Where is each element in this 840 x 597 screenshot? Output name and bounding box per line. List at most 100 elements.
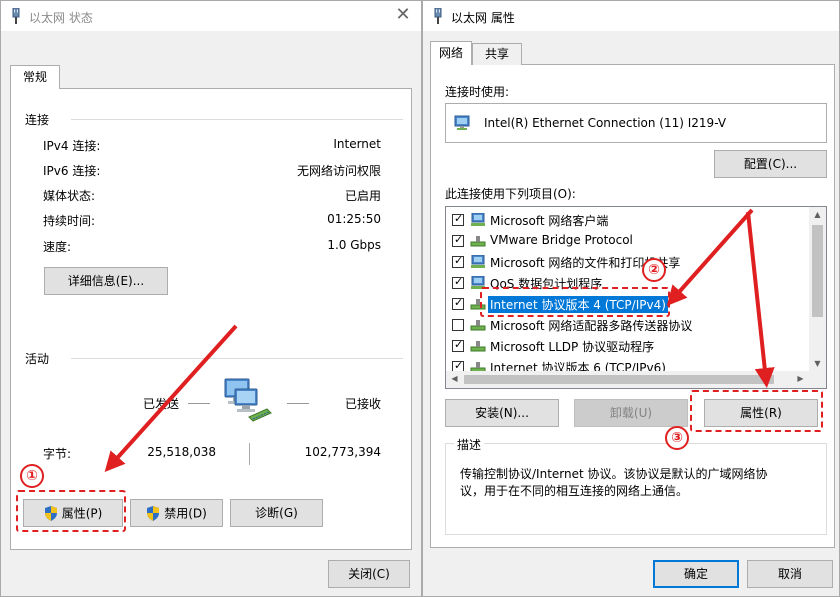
close-icon: ✕ [395,4,411,25]
bytes-separator [249,443,250,465]
configure-button[interactable]: 配置(C)... [714,150,827,178]
ipv6-value: 无网络访问权限 [296,164,381,178]
list-item[interactable]: QoS 数据包计划程序 [452,273,797,294]
install-button[interactable]: 安装(N)... [445,399,559,427]
media-state-label: 媒体状态: [43,189,96,203]
disable-button-label: 禁用(D) [164,506,207,521]
activity-section-title: 活动 [25,352,50,366]
network-computers-icon [224,378,272,422]
item-properties-button[interactable]: 属性(R) [704,399,818,427]
ethernet-plug-icon [12,8,20,24]
ipv4-value: Internet [333,137,381,151]
item-label: Microsoft 网络客户端 [490,214,609,228]
bytes-sent-value: 25,518,038 [147,445,216,459]
item-checkbox[interactable] [452,254,464,268]
connect-using-label: 连接时使用: [445,85,510,99]
tab-sharing-label: 共享 [484,47,509,61]
hscrollbar-thumb[interactable] [464,375,774,384]
list-item-ipv4[interactable]: Internet 协议版本 4 (TCP/IPv4) [452,294,797,315]
scroll-up-icon[interactable]: ▲ [809,210,826,219]
status-properties-button[interactable]: 属性(P) [23,499,123,527]
tab-networking[interactable]: 网络 [430,41,472,65]
network-protocol-icon [470,236,486,247]
sent-label: 已发送 [142,397,179,411]
item-checkbox[interactable] [452,275,464,289]
item-checkbox[interactable] [452,233,464,247]
received-line [287,403,309,404]
activity-divider [71,358,403,359]
step-2-marker: ② [642,258,666,282]
item-checkbox[interactable] [452,296,464,310]
media-state-value: 已启用 [344,189,381,203]
scroll-right-icon[interactable]: ▶ [792,374,809,383]
status-panel: 连接 IPv4 连接: Internet IPv6 连接: 无网络访问权限 媒体… [10,88,412,550]
details-button[interactable]: 详细信息(E)... [44,267,168,295]
diagnose-button[interactable]: 诊断(G) [230,499,323,527]
ipv6-label: IPv6 连接: [43,164,101,178]
status-window-title: 以太网 状态 [29,11,93,25]
network-protocol-icon [470,299,486,310]
status-window-close-button[interactable]: ✕ [391,3,415,27]
cancel-button[interactable]: 取消 [747,560,833,588]
item-label: Microsoft LLDP 协议驱动程序 [490,340,655,354]
bytes-label: 字节: [43,447,72,461]
network-service-icon [471,255,485,268]
connection-divider [71,119,403,120]
item-checkbox[interactable] [452,319,464,331]
properties-window: 以太网 属性 网络 共享 连接时使用: Intel(R) Ethernet Co… [422,0,840,597]
tab-general-label: 常规 [22,70,47,84]
scroll-down-icon[interactable]: ▼ [809,359,826,368]
properties-window-title: 以太网 属性 [451,11,515,25]
duration-label: 持续时间: [43,214,96,228]
disable-button[interactable]: 禁用(D) [130,499,223,527]
network-client-icon [471,213,485,226]
description-groupbox: 描述 传输控制协议/Internet 协议。该协议是默认的广域网络协议，用于在不… [445,436,827,535]
scroll-left-icon[interactable]: ◀ [446,374,463,383]
status-window: 以太网 状态 ✕ 常规 连接 IPv4 连接: Internet IPv6 连接… [0,0,422,597]
uac-shield-icon [147,506,160,521]
network-service-icon [471,276,485,289]
status-close-button[interactable]: 关闭(C) [328,560,410,588]
item-label: QoS 数据包计划程序 [490,277,603,291]
status-properties-button-label: 属性(P) [61,506,103,521]
network-protocol-icon [470,341,486,352]
bytes-received-value: 102,773,394 [304,445,381,459]
ipv4-label: IPv4 连接: [43,139,101,153]
item-label: VMware Bridge Protocol [490,233,633,247]
uninstall-button[interactable]: 卸载(U) [574,399,688,427]
ethernet-plug-icon [434,8,442,24]
tab-networking-label: 网络 [438,46,463,60]
list-item[interactable]: VMware Bridge Protocol [452,231,797,252]
status-window-titlebar[interactable]: 以太网 状态 ✕ [1,1,421,31]
tab-sharing[interactable]: 共享 [472,43,522,65]
step-3-marker: ③ [665,426,689,450]
received-label: 已接收 [344,397,381,411]
tab-general[interactable]: 常规 [10,65,60,89]
network-protocol-icon [470,320,486,331]
properties-window-titlebar[interactable]: 以太网 属性 [423,1,839,31]
networking-panel: 连接时使用: Intel(R) Ethernet Connection (11)… [430,64,835,548]
item-checkbox[interactable] [452,212,464,226]
description-title: 描述 [454,436,485,453]
scrollbar-thumb[interactable] [812,225,823,317]
description-text: 传输控制协议/Internet 协议。该协议是默认的广域网络协议，用于在不同的相… [460,467,768,498]
adapter-name: Intel(R) Ethernet Connection (11) I219-V [484,116,727,130]
uac-shield-icon [44,506,57,521]
ok-button[interactable]: 确定 [653,560,739,588]
scrollbar-corner [809,371,826,388]
speed-label: 速度: [43,240,72,254]
network-adapter-icon [454,115,470,130]
item-label: Microsoft 网络适配器多路传送器协议 [490,319,693,333]
list-item[interactable]: Microsoft 网络适配器多路传送器协议 [452,315,797,336]
item-checkbox[interactable] [452,338,464,352]
components-list[interactable]: Microsoft 网络客户端 VMware Bridge Protocol M… [445,206,827,389]
sent-line [188,403,210,404]
duration-value: 01:25:50 [327,212,381,226]
list-item[interactable]: Microsoft 网络的文件和打印机共享 [452,252,797,273]
list-item[interactable]: Microsoft LLDP 协议驱动程序 [452,336,797,357]
vertical-scrollbar[interactable]: ▲ ▼ [809,207,826,371]
speed-value: 1.0 Gbps [327,238,381,252]
list-item[interactable]: Microsoft 网络客户端 [452,210,797,231]
adapter-field: Intel(R) Ethernet Connection (11) I219-V [445,103,827,143]
horizontal-scrollbar[interactable]: ◀ ▶ [446,371,809,388]
